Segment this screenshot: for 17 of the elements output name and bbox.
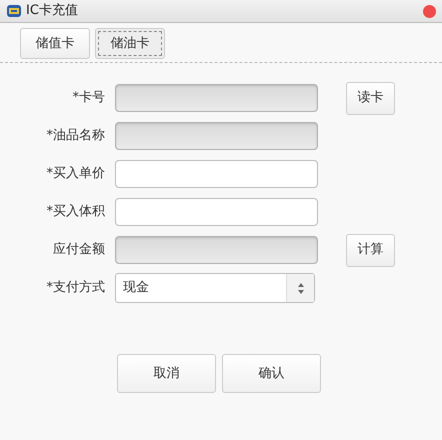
tab[interactable]: 储值卡 (20, 28, 90, 59)
tab[interactable]: 储油卡 (95, 28, 165, 59)
select-field[interactable]: 现金 (115, 273, 315, 303)
window-title: IC卡充值 (26, 2, 78, 20)
field-label: 应付金额 (52, 241, 106, 260)
field-label: *支付方式 (46, 279, 106, 298)
dialog-button[interactable]: 确认 (222, 354, 321, 393)
field-label: *买入体积 (46, 203, 106, 222)
input-field[interactable] (115, 198, 318, 226)
field-label: *卡号 (72, 89, 106, 108)
field-label: *油品名称 (46, 127, 106, 146)
app-icon (6, 4, 22, 18)
spinner-icon (298, 282, 304, 294)
close-button[interactable] (423, 4, 436, 18)
dialog-button[interactable]: 取消 (117, 354, 216, 393)
field-label: *买入单价 (46, 165, 106, 184)
input-field[interactable] (115, 160, 318, 188)
